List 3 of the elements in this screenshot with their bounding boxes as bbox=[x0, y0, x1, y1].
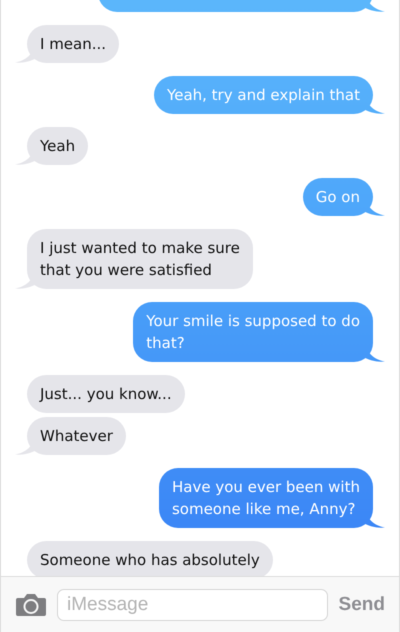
camera-icon[interactable] bbox=[16, 592, 46, 616]
send-button[interactable]: Send bbox=[338, 594, 385, 616]
message-field[interactable]: iMessage bbox=[57, 588, 328, 620]
